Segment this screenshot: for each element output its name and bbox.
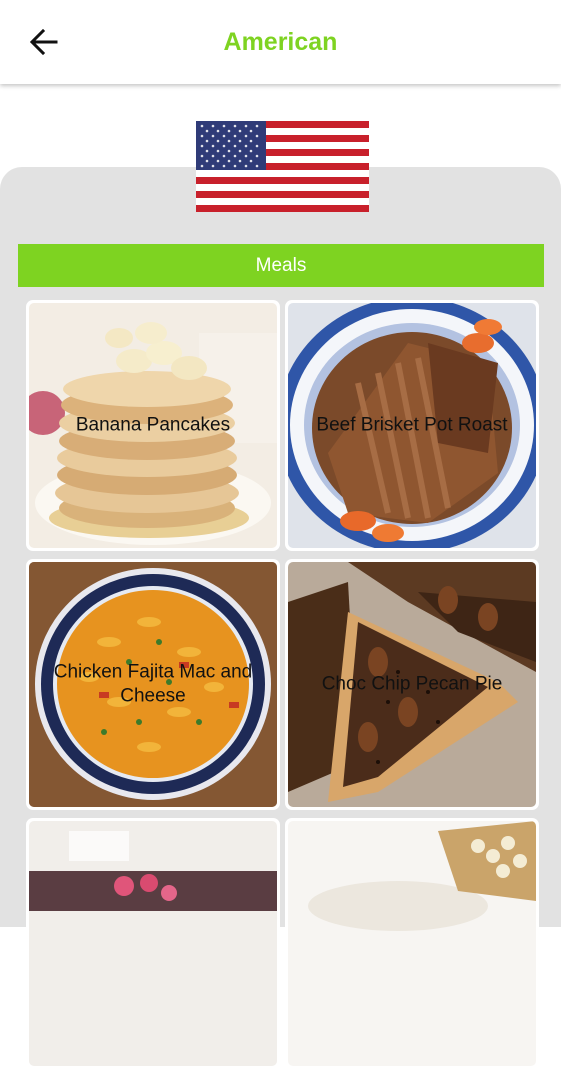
section-header-label: Meals [255, 254, 307, 276]
meal-card-label: Choc Chip Pecan Pie [321, 673, 503, 695]
meal-card-chicken-fajita-mac[interactable]: Chicken Fajita Mac and Cheese [26, 559, 280, 810]
meal-card-beef-brisket[interactable]: Beef Brisket Pot Roast [285, 300, 539, 551]
meal-photo [29, 821, 277, 1066]
meal-card-6[interactable] [285, 818, 539, 1069]
usa-flag-image [196, 121, 369, 212]
page-title: American [223, 28, 338, 56]
meal-card-label: Beef Brisket Pot Roast [316, 414, 508, 436]
meal-card-choc-chip-pecan-pie[interactable]: Choc Chip Pecan Pie [285, 559, 539, 810]
meal-card-label: Chicken Fajita Mac and Cheese [53, 660, 253, 707]
meal-photo [288, 821, 536, 1066]
app-bar: American [0, 0, 561, 84]
meal-card-banana-pancakes[interactable]: Banana Pancakes [26, 300, 280, 551]
meal-card-label: Banana Pancakes [75, 414, 231, 436]
section-header-meals: Meals [18, 244, 544, 287]
meal-card-5[interactable] [26, 818, 280, 1069]
